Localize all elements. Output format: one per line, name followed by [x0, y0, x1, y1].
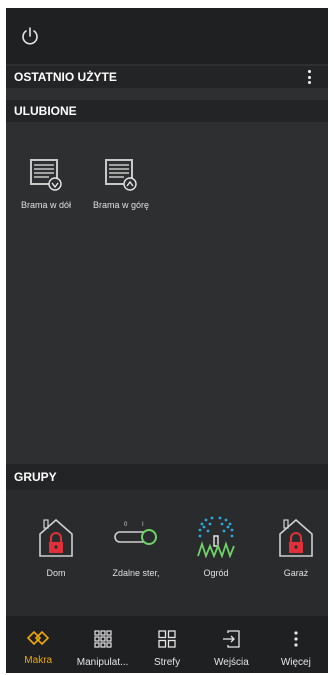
- remote-switch-icon: 0 I: [114, 522, 157, 545]
- nav-label: Wejścia: [214, 657, 249, 668]
- nav-label: Makra: [24, 655, 53, 666]
- nav-wejscia[interactable]: Wejścia: [199, 616, 263, 673]
- favorite-label: Brama w górę: [92, 200, 150, 210]
- group-label: Ogród: [203, 568, 229, 578]
- gate-up-icon: [105, 159, 137, 191]
- login-icon: [223, 630, 241, 648]
- macros-icon: [27, 630, 50, 646]
- group-label: Zdalne ster,: [112, 568, 160, 578]
- nav-manipulatory[interactable]: Manipulat...: [70, 616, 134, 673]
- sprinkler-icon: [197, 516, 235, 558]
- bottom-navigation: Makra Manipulat... Strefy Wejścia Więcej: [6, 616, 328, 673]
- groups-section-title: GRUPY: [14, 470, 57, 484]
- recent-menu-icon[interactable]: [308, 70, 312, 84]
- remote-mark-on: I: [142, 522, 144, 528]
- favorite-gate-up[interactable]: Brama w górę: [86, 156, 156, 210]
- house-lock-icon: [39, 518, 73, 557]
- group-remote[interactable]: 0 I Zdalne ster,: [98, 516, 174, 578]
- recent-section-title: OSTATNIO UŻYTE: [14, 70, 117, 84]
- groups-section-header: GRUPY: [6, 464, 328, 490]
- more-icon: [294, 631, 298, 647]
- nav-strefy[interactable]: Strefy: [135, 616, 199, 673]
- nav-label: Manipulat...: [76, 657, 129, 668]
- group-garden[interactable]: Ogród: [178, 516, 254, 578]
- favorite-label: Brama w dół: [20, 200, 72, 210]
- top-bar: [6, 8, 328, 64]
- grid-4-icon: [158, 630, 176, 648]
- nav-makra[interactable]: Makra: [6, 616, 70, 673]
- group-label: Dom: [46, 568, 66, 578]
- favorites-section-title: ULUBIONE: [14, 104, 77, 118]
- group-label: Garaż: [283, 568, 309, 578]
- nav-label: Więcej: [280, 657, 311, 668]
- group-garage[interactable]: Garaż: [258, 516, 328, 578]
- garage-lock-icon: [279, 518, 313, 557]
- app-screen: OSTATNIO UŻYTE ULUBIONE Brama w dół Bram…: [6, 8, 328, 673]
- gate-down-icon: [30, 159, 62, 191]
- power-icon[interactable]: [20, 26, 40, 46]
- group-dom[interactable]: Dom: [18, 516, 94, 578]
- groups-list: Dom 0 I Zdalne ster, Ogród Garaż: [6, 490, 328, 616]
- nav-wiecej[interactable]: Więcej: [264, 616, 328, 673]
- recent-section-header[interactable]: OSTATNIO UŻYTE: [6, 66, 328, 88]
- nav-label: Strefy: [153, 657, 181, 668]
- favorites-section-header: ULUBIONE: [6, 100, 328, 122]
- remote-mark-off: 0: [124, 522, 128, 528]
- grid-9-icon: [94, 630, 112, 648]
- favorite-gate-down[interactable]: Brama w dół: [11, 156, 81, 210]
